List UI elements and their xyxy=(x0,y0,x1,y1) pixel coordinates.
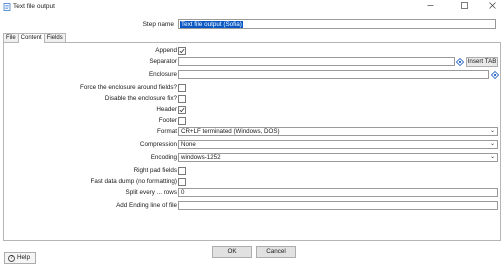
split-label: Split every ... rows xyxy=(125,189,177,196)
enclosure-label: Enclosure xyxy=(148,71,177,78)
help-label: Help xyxy=(17,254,30,261)
header-label: Header xyxy=(156,106,177,113)
chevron-down-icon: ⌄ xyxy=(489,141,496,147)
step-name-row: Step name Text file output (Sofia) xyxy=(0,19,504,30)
fast-dump-label: Fast data dump (no formatting) xyxy=(90,178,177,185)
footer-label: Footer xyxy=(158,117,177,124)
variable-diamond-icon[interactable] xyxy=(490,70,500,80)
compression-label: Compression xyxy=(139,141,177,148)
split-input[interactable]: 0 xyxy=(178,188,498,197)
checkmark-icon xyxy=(179,48,185,54)
format-label: Format xyxy=(157,128,177,135)
variable-diamond-icon[interactable] xyxy=(455,57,465,67)
encoding-value: windows-1252 xyxy=(181,154,221,161)
checkmark-icon xyxy=(179,107,185,113)
separator-label: Separator xyxy=(149,58,177,65)
ok-button[interactable]: OK xyxy=(212,246,252,258)
format-value: CR+LF terminated (Windows, DOS) xyxy=(181,128,280,135)
step-name-input[interactable]: Text file output (Sofia) xyxy=(178,19,496,29)
disable-enclosure-row: Disable the enclosure fix? xyxy=(4,94,502,104)
disable-enclosure-checkbox[interactable] xyxy=(178,95,186,103)
chevron-down-icon: ⌄ xyxy=(489,154,496,160)
disable-enclosure-label: Disable the enclosure fix? xyxy=(104,95,177,102)
help-button[interactable]: ? Help xyxy=(4,252,36,264)
footer-checkbox[interactable] xyxy=(178,117,186,125)
format-row: Format CR+LF terminated (Windows, DOS) ⌄ xyxy=(4,127,502,137)
help-icon: ? xyxy=(8,255,15,262)
enclosure-input[interactable] xyxy=(178,70,489,79)
minimize-icon xyxy=(427,2,434,11)
format-select[interactable]: CR+LF terminated (Windows, DOS) ⌄ xyxy=(178,127,498,136)
step-name-value: Text file output (Sofia) xyxy=(180,21,243,28)
right-pad-checkbox[interactable] xyxy=(178,167,186,175)
window-title: Text file output xyxy=(13,3,55,10)
footer-row: Footer xyxy=(4,116,502,126)
header-checkbox[interactable] xyxy=(178,106,186,114)
right-pad-label: Right pad fields xyxy=(133,167,177,174)
split-row: Split every ... rows 0 xyxy=(4,188,502,198)
separator-row: Separator Insert TAB xyxy=(4,57,502,67)
append-label: Append xyxy=(155,47,177,54)
append-row: Append xyxy=(4,46,502,56)
right-pad-row: Right pad fields xyxy=(4,166,502,176)
split-value: 0 xyxy=(181,189,185,196)
force-enclosure-row: Force the enclosure around fields? xyxy=(4,83,502,93)
step-name-label: Step name xyxy=(142,21,174,28)
content-panel: Append Separator Insert TAB Enclosure Fo… xyxy=(3,42,501,241)
minimize-button[interactable] xyxy=(418,0,442,13)
insert-tab-button[interactable]: Insert TAB xyxy=(466,57,498,67)
compression-select[interactable]: None ⌄ xyxy=(178,140,498,149)
separator-input[interactable] xyxy=(178,57,455,66)
chevron-down-icon: ⌄ xyxy=(489,128,496,134)
tab-content[interactable]: Content xyxy=(17,33,45,43)
ending-line-input[interactable] xyxy=(178,201,498,210)
tab-fields[interactable]: Fields xyxy=(43,33,66,42)
fast-dump-row: Fast data dump (no formatting) xyxy=(4,177,502,187)
close-button[interactable] xyxy=(480,0,504,13)
encoding-label: Encoding xyxy=(150,154,177,161)
encoding-select[interactable]: windows-1252 ⌄ xyxy=(178,153,498,162)
compression-value: None xyxy=(181,141,196,148)
force-enclosure-label: Force the enclosure around fields? xyxy=(80,84,177,91)
tab-bar: File Content Fields xyxy=(3,33,66,43)
tab-file[interactable]: File xyxy=(3,33,19,42)
encoding-row: Encoding windows-1252 ⌄ xyxy=(4,153,502,163)
cancel-button[interactable]: Cancel xyxy=(256,246,296,258)
close-icon xyxy=(488,2,496,11)
maximize-button[interactable] xyxy=(452,0,476,13)
header-row: Header xyxy=(4,105,502,115)
force-enclosure-checkbox[interactable] xyxy=(178,84,186,92)
maximize-icon xyxy=(460,2,468,11)
append-checkbox[interactable] xyxy=(178,47,186,55)
title-bar: Text file output xyxy=(0,0,504,13)
app-icon xyxy=(3,3,11,11)
ending-line-row: Add Ending line of file xyxy=(4,201,502,211)
fast-dump-checkbox[interactable] xyxy=(178,178,186,186)
ending-line-label: Add Ending line of file xyxy=(116,202,177,209)
enclosure-row: Enclosure xyxy=(4,70,502,80)
compression-row: Compression None ⌄ xyxy=(4,140,502,150)
